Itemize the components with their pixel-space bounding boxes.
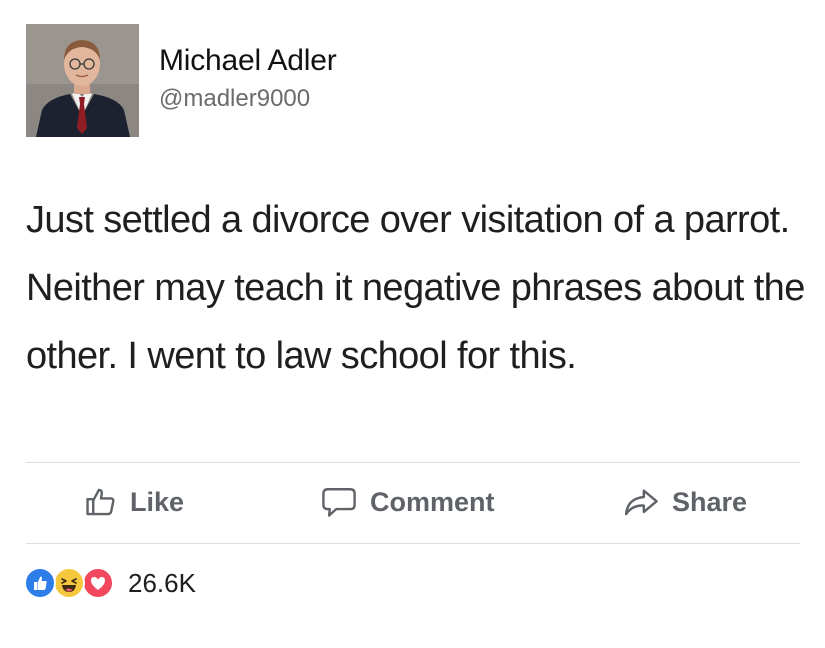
- like-button[interactable]: Like: [84, 482, 184, 522]
- share-label: Share: [672, 486, 748, 517]
- divider: [26, 462, 800, 463]
- comment-button[interactable]: Comment: [320, 482, 495, 522]
- avatar[interactable]: [26, 24, 139, 137]
- divider: [26, 543, 800, 544]
- reaction-icons: [24, 566, 122, 600]
- like-label: Like: [130, 486, 185, 517]
- post-text: Just settled a divorce over visitation o…: [26, 199, 805, 377]
- share-arrow-icon: [622, 485, 660, 519]
- reaction-count[interactable]: 26.6K: [128, 568, 196, 599]
- author-handle[interactable]: @madler9000: [159, 85, 310, 113]
- avatar-portrait-image: [26, 24, 139, 137]
- reactions-summary[interactable]: 26.6K: [24, 566, 196, 600]
- comment-label: Comment: [370, 486, 495, 517]
- thumbs-up-icon: [84, 485, 118, 519]
- like-reaction-icon: [24, 567, 56, 599]
- author-name[interactable]: Michael Adler: [159, 44, 337, 78]
- haha-reaction-icon: [53, 567, 85, 599]
- facebook-post: Michael Adler @madler9000 Just settled a…: [0, 0, 825, 648]
- love-reaction-icon: [82, 567, 114, 599]
- speech-bubble-icon: [320, 485, 358, 519]
- share-button[interactable]: Share: [622, 482, 747, 522]
